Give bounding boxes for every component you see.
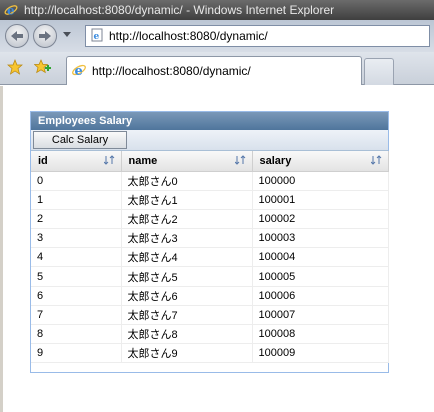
cell-id: 4: [31, 247, 122, 268]
table-row[interactable]: 2 太郎さん2 100002: [31, 209, 389, 230]
sort-icon[interactable]: [234, 155, 246, 168]
cell-salary: 100008: [252, 324, 389, 345]
table-header-row: id name salary: [31, 151, 389, 172]
cell-salary: 100001: [252, 190, 389, 210]
back-button[interactable]: [5, 24, 29, 48]
add-favorite-icon[interactable]: [33, 59, 52, 78]
page-content: Employees Salary Calc Salary id name sal…: [0, 86, 434, 412]
cell-salary: 100003: [252, 228, 389, 249]
table-row[interactable]: 5 太郎さん5 100005: [31, 266, 389, 287]
arrow-left-icon: [11, 31, 23, 41]
table-row[interactable]: 9 太郎さん9 100009: [31, 343, 389, 364]
column-header-label: name: [128, 154, 158, 167]
cell-name: 太郎さん6: [121, 286, 253, 306]
cell-salary: 100006: [252, 286, 389, 306]
table-row[interactable]: 1 太郎さん1 100001: [31, 190, 389, 210]
cell-id: 2: [31, 209, 122, 230]
cell-name: 太郎さん7: [121, 305, 253, 326]
cell-id: 8: [31, 324, 122, 345]
cell-salary: 100002: [252, 209, 389, 230]
cell-id: 9: [31, 343, 122, 364]
column-header-salary[interactable]: salary: [252, 151, 389, 172]
table-row[interactable]: 7 太郎さん7 100007: [31, 305, 389, 326]
cell-id: 3: [31, 228, 122, 249]
address-url: http://localhost:8080/dynamic/: [109, 29, 268, 43]
forward-button[interactable]: [33, 24, 57, 48]
panel-title: Employees Salary: [31, 112, 388, 130]
cell-salary: 100005: [252, 266, 389, 287]
cell-id: 5: [31, 266, 122, 287]
employees-table: id name salary 0 太郎さん0 100000 1 太郎さん1 10…: [31, 151, 389, 364]
tab-label: http://localhost:8080/dynamic/: [92, 64, 251, 78]
panel-toolbar: Calc Salary: [31, 130, 388, 151]
table-row[interactable]: 4 太郎さん4 100004: [31, 247, 389, 268]
cell-name: 太郎さん4: [121, 247, 253, 268]
cell-name: 太郎さん8: [121, 324, 253, 345]
sort-icon[interactable]: [370, 155, 382, 168]
address-bar-row: e http://localhost:8080/dynamic/: [0, 20, 434, 52]
window-title: http://localhost:8080/dynamic/ - Windows…: [24, 3, 335, 17]
cell-id: 7: [31, 305, 122, 326]
window-title-bar: e http://localhost:8080/dynamic/ - Windo…: [0, 0, 434, 20]
table-row[interactable]: 3 太郎さん3 100003: [31, 228, 389, 249]
favorites-star-icon[interactable]: [7, 59, 23, 78]
tab-active[interactable]: e http://localhost:8080/dynamic/: [66, 56, 362, 85]
cell-name: 太郎さん0: [121, 171, 253, 191]
cell-salary: 100009: [252, 343, 389, 364]
address-input[interactable]: e http://localhost:8080/dynamic/: [85, 25, 430, 47]
calc-salary-button[interactable]: Calc Salary: [33, 131, 127, 149]
svg-text:e: e: [75, 64, 83, 78]
cell-salary: 100000: [252, 171, 389, 191]
cell-name: 太郎さん5: [121, 266, 253, 287]
ie-logo-icon: e: [4, 3, 18, 17]
sort-icon[interactable]: [103, 155, 115, 168]
cell-name: 太郎さん3: [121, 228, 253, 249]
cell-id: 1: [31, 190, 122, 210]
cell-id: 0: [31, 171, 122, 191]
column-header-label: salary: [259, 154, 292, 167]
recent-pages-dropdown-icon[interactable]: [63, 32, 71, 38]
column-header-name[interactable]: name: [121, 151, 253, 172]
table-row[interactable]: 6 太郎さん6 100006: [31, 286, 389, 306]
cell-name: 太郎さん2: [121, 209, 253, 230]
page-icon: e: [71, 62, 87, 81]
page-icon: e: [90, 28, 104, 45]
cell-name: 太郎さん1: [121, 190, 253, 210]
tab-bar: e http://localhost:8080/dynamic/: [0, 52, 434, 85]
table-row[interactable]: 0 太郎さん0 100000: [31, 171, 389, 191]
new-tab-button[interactable]: [364, 58, 394, 85]
svg-text:e: e: [94, 32, 100, 42]
column-header-label: id: [38, 154, 48, 167]
arrow-right-icon: [39, 31, 51, 41]
column-header-id[interactable]: id: [31, 151, 122, 172]
cell-salary: 100004: [252, 247, 389, 268]
svg-text:e: e: [7, 4, 15, 18]
cell-name: 太郎さん9: [121, 343, 253, 364]
employees-grid-panel: Employees Salary Calc Salary id name sal…: [30, 111, 389, 373]
cell-id: 6: [31, 286, 122, 306]
table-row[interactable]: 8 太郎さん8 100008: [31, 324, 389, 345]
cell-salary: 100007: [252, 305, 389, 326]
